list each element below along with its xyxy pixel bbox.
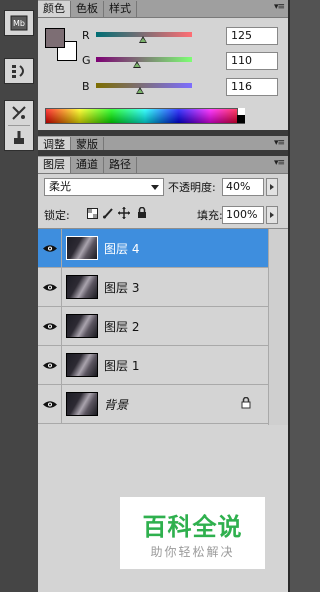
lock-image-icon[interactable] xyxy=(102,207,114,219)
layer-name[interactable]: 图层 4 xyxy=(104,240,139,257)
green-track[interactable] xyxy=(96,57,192,62)
layer-name[interactable]: 图层 2 xyxy=(104,318,139,335)
tab-color[interactable]: 颜色 xyxy=(38,1,71,17)
channel-label-b: B xyxy=(82,80,90,93)
lock-label: 锁定: xyxy=(44,209,70,222)
tool-group-brush xyxy=(4,100,34,151)
red-value-input[interactable]: 125 xyxy=(226,27,278,45)
fill-input[interactable]: 100% xyxy=(222,206,264,224)
blend-mode-select[interactable]: 柔光 xyxy=(44,178,164,196)
layer-row-background[interactable]: 背景 xyxy=(38,385,268,424)
eye-icon[interactable] xyxy=(38,346,62,384)
svg-text:Mb: Mb xyxy=(13,19,25,28)
eye-icon[interactable] xyxy=(38,385,62,423)
clone-source-icon[interactable] xyxy=(5,126,33,150)
tool-strip: Mb xyxy=(0,0,38,592)
tab-swatches[interactable]: 色板 xyxy=(71,1,104,17)
foreground-color-swatch[interactable] xyxy=(45,28,65,48)
brush-tools-icon[interactable] xyxy=(5,101,33,125)
lock-icon xyxy=(241,396,251,412)
green-value-input[interactable]: 110 xyxy=(226,52,278,70)
layer-thumbnail[interactable] xyxy=(66,353,98,377)
mini-bridge-icon[interactable]: Mb xyxy=(5,11,33,35)
layer-row-1[interactable]: 图层 1 xyxy=(38,346,268,385)
blue-track[interactable] xyxy=(96,83,192,88)
red-thumb[interactable] xyxy=(139,36,147,43)
blend-mode-value: 柔光 xyxy=(49,180,71,193)
lock-position-icon[interactable] xyxy=(118,207,130,219)
panel-menu-icon[interactable]: ▾≡ xyxy=(274,2,285,12)
tool-group-top: Mb xyxy=(4,10,34,36)
opacity-input[interactable]: 40% xyxy=(222,178,264,196)
layer-row-3[interactable]: 图层 3 xyxy=(38,268,268,307)
layer-name[interactable]: 图层 3 xyxy=(104,279,139,296)
color-spectrum-ramp[interactable] xyxy=(45,108,245,124)
layer-thumbnail[interactable] xyxy=(66,236,98,260)
layer-thumbnail[interactable] xyxy=(66,314,98,338)
lock-all-icon[interactable] xyxy=(136,207,148,219)
channel-label-r: R xyxy=(82,29,90,42)
watermark-subtitle: 助你轻松解决 xyxy=(150,545,235,559)
blue-value-input[interactable]: 116 xyxy=(226,78,278,96)
layer-name[interactable]: 图层 1 xyxy=(104,357,139,374)
watermark: 百科全说 助你轻松解决 xyxy=(120,497,265,569)
layer-name[interactable]: 背景 xyxy=(104,396,128,413)
tool-group-history xyxy=(4,58,34,84)
eye-icon[interactable] xyxy=(38,229,62,267)
slider-green: G 110 xyxy=(82,52,282,70)
color-panel-tabbar: 颜色 色板 样式 ▾≡ xyxy=(38,0,288,18)
panel-menu-icon[interactable]: ▾≡ xyxy=(274,158,285,168)
fill-label: 填充: xyxy=(197,209,223,222)
opacity-label: 不透明度: xyxy=(168,181,216,194)
opacity-slider-button[interactable] xyxy=(266,178,278,196)
eye-icon[interactable] xyxy=(38,268,62,306)
eye-icon[interactable] xyxy=(38,307,62,345)
layers-list: 图层 4 图层 3 图层 2 图层 1 背景 xyxy=(38,228,288,425)
layers-panel-tabbar: 图层 通道 路径 ▾≡ xyxy=(38,156,288,174)
layers-scrollbar[interactable] xyxy=(268,229,288,425)
tab-styles[interactable]: 样式 xyxy=(104,1,137,17)
layer-thumbnail[interactable] xyxy=(66,275,98,299)
blue-thumb[interactable] xyxy=(136,87,144,94)
tab-channels[interactable]: 通道 xyxy=(71,157,104,173)
history-icon[interactable] xyxy=(5,59,33,83)
channel-label-g: G xyxy=(82,54,91,67)
layer-row-4[interactable]: 图层 4 xyxy=(38,229,268,268)
watermark-title: 百科全说 xyxy=(142,513,243,541)
lock-transparent-icon[interactable] xyxy=(86,207,98,219)
chevron-down-icon xyxy=(151,185,159,190)
fill-slider-button[interactable] xyxy=(266,206,278,224)
panel-menu-icon[interactable]: ▾≡ xyxy=(274,138,285,148)
spectrum-white-swatch[interactable] xyxy=(237,108,245,115)
green-thumb[interactable] xyxy=(133,61,141,68)
tab-paths[interactable]: 路径 xyxy=(104,157,137,173)
layer-thumbnail[interactable] xyxy=(66,392,98,416)
slider-blue: B 116 xyxy=(82,78,282,96)
slider-red: R 125 xyxy=(82,27,282,45)
dock-edge xyxy=(288,0,290,592)
layer-row-2[interactable]: 图层 2 xyxy=(38,307,268,346)
spectrum-black-swatch[interactable] xyxy=(237,115,245,123)
tab-layers[interactable]: 图层 xyxy=(38,157,71,173)
